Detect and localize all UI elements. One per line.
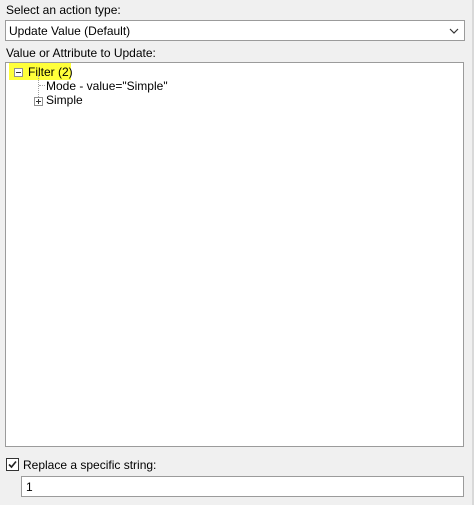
action-type-label: Select an action type: — [6, 3, 121, 17]
replace-string-input[interactable]: 1 — [21, 476, 464, 497]
value-attribute-tree[interactable]: Filter (2) Mode - value="Simple" Simple — [5, 62, 464, 447]
tree-connector — [39, 85, 45, 87]
value-attribute-label: Value or Attribute to Update: — [6, 46, 156, 60]
tree-node-simple[interactable]: Simple — [46, 93, 83, 107]
plus-box-icon[interactable] — [34, 97, 43, 106]
action-type-selected: Update Value (Default) — [9, 24, 131, 38]
checkmark-icon — [8, 460, 17, 469]
replace-string-value: 1 — [26, 480, 33, 494]
replace-string-label[interactable]: Replace a specific string: — [23, 458, 156, 472]
chevron-down-icon[interactable] — [449, 27, 459, 35]
tree-node-mode[interactable]: Mode - value="Simple" — [46, 79, 168, 93]
update-action-panel: Select an action type: Update Value (Def… — [0, 0, 474, 505]
replace-string-checkbox[interactable] — [6, 458, 19, 471]
tree-node-filter[interactable]: Filter (2) — [28, 65, 73, 79]
action-type-dropdown[interactable]: Update Value (Default) — [5, 20, 465, 41]
minus-box-icon[interactable] — [14, 68, 23, 77]
